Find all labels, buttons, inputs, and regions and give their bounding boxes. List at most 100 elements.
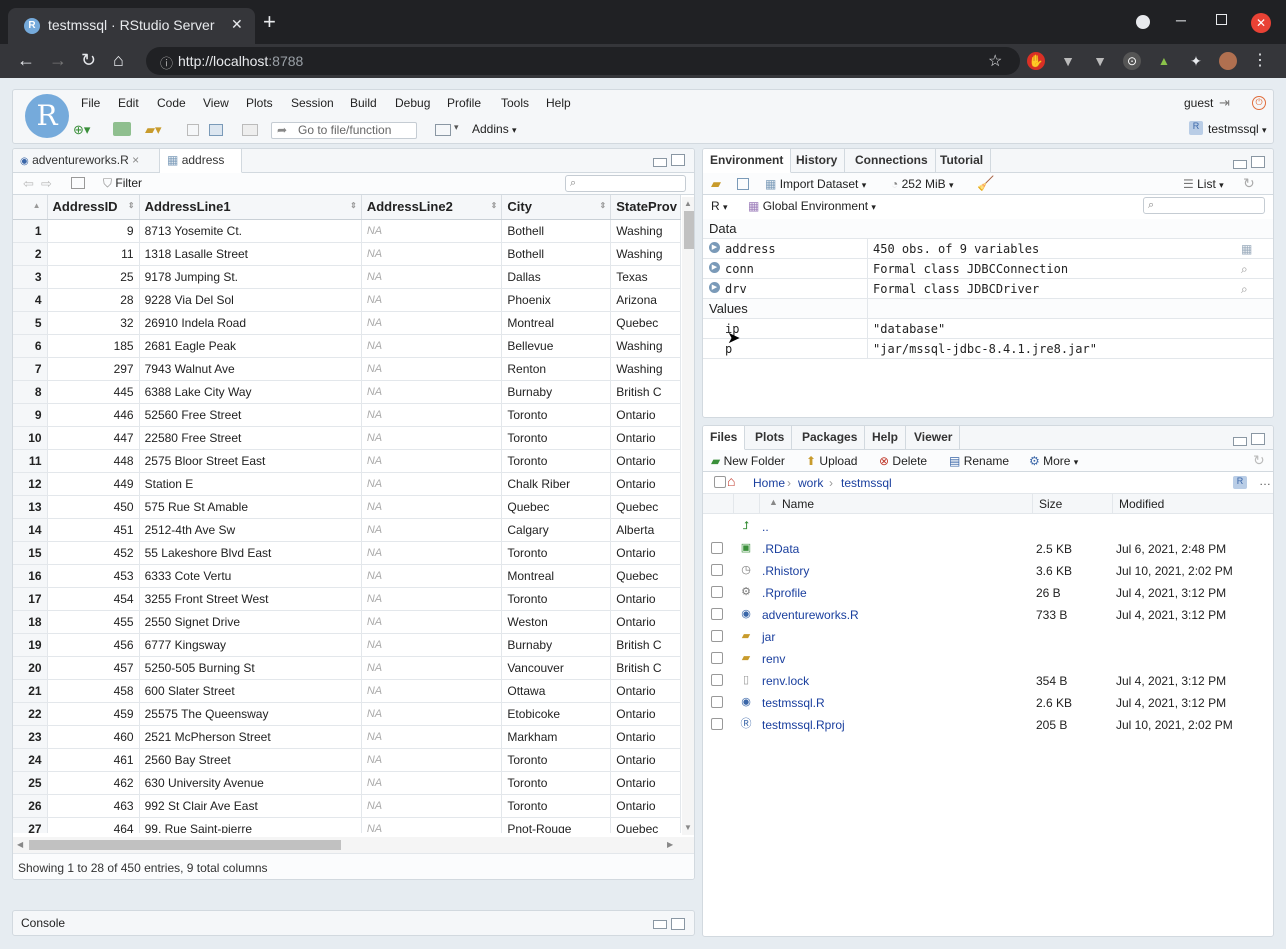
more-button[interactable]: ⚙ More ▾ (1029, 454, 1078, 468)
tab-close-icon[interactable]: ✕ (231, 16, 243, 33)
tab-viewer[interactable]: Viewer (907, 426, 961, 450)
env-row[interactable]: p "jar/mssql-jdbc-8.4.1.jre8.jar" (703, 339, 1273, 359)
minimize-pane-icon[interactable] (653, 920, 667, 929)
tab-plots[interactable]: Plots (748, 426, 793, 450)
site-info-icon[interactable]: ⓘ (160, 53, 173, 72)
env-row[interactable]: ▶ conn Formal class JDBCConnection ⌕ (703, 259, 1273, 279)
tab-files[interactable]: Files (703, 426, 746, 450)
file-checkbox[interactable] (711, 696, 723, 708)
scroll-up-icon[interactable]: ▲ (684, 199, 692, 208)
tab-help[interactable]: Help (865, 426, 907, 450)
file-checkbox[interactable] (711, 652, 723, 664)
extensions-puzzle-icon[interactable]: ✦ (1187, 52, 1205, 70)
file-row[interactable]: ◉ testmssql.R 2.6 KB Jul 4, 2021, 3:12 PM (703, 692, 1273, 714)
home-icon[interactable]: ⌂ (113, 50, 124, 71)
file-row[interactable]: ◉ adventureworks.R 733 B Jul 4, 2021, 3:12 … (703, 604, 1273, 626)
sort-icon[interactable]: ⇕ (128, 201, 135, 210)
modified-header[interactable]: Modified (1119, 497, 1164, 511)
expand-icon[interactable]: ▶ (709, 282, 720, 293)
file-row[interactable]: ▰ jar (703, 626, 1273, 648)
scroll-down-icon[interactable]: ▼ (684, 823, 692, 832)
project-menu[interactable]: testmssql ▾ (1208, 122, 1267, 136)
browser-tab[interactable]: R testmssql · RStudio Server ✕ (8, 8, 255, 44)
extension-arrow-icon[interactable]: ▲ (1155, 52, 1173, 70)
view-table-icon[interactable]: ▦ (1241, 242, 1252, 256)
column-header-stateprov[interactable]: StateProv (610, 195, 681, 220)
new-folder-button[interactable]: ▰ New Folder (711, 454, 785, 468)
file-name-link[interactable]: renv (762, 652, 785, 666)
maximize-icon[interactable] (1216, 14, 1227, 25)
language-dropdown[interactable]: R ▾ (711, 199, 728, 213)
import-dataset-button[interactable]: ▦ Import Dataset ▾ (765, 177, 866, 191)
file-row[interactable]: ⚙ .Rprofile 26 B Jul 4, 2021, 3:12 PM (703, 582, 1273, 604)
menu-profile[interactable]: Profile (447, 96, 481, 110)
name-header[interactable]: Name (782, 497, 814, 511)
sort-icon[interactable]: ⇕ (350, 201, 357, 210)
select-all-checkbox[interactable] (714, 476, 726, 488)
expand-icon[interactable]: ▶ (709, 242, 720, 253)
tab-tutorial[interactable]: Tutorial (933, 149, 992, 173)
minimize-pane-icon[interactable] (1233, 437, 1247, 446)
minimize-pane-icon[interactable] (1233, 160, 1247, 169)
menu-view[interactable]: View (203, 96, 229, 110)
scope-dropdown[interactable]: ▦ Global Environment ▾ (748, 199, 876, 213)
goto-file-input[interactable]: Go to file/function (271, 122, 417, 139)
delete-button[interactable]: ⊗ Delete (879, 454, 927, 468)
extension-stop-icon[interactable]: ✋ (1027, 52, 1045, 70)
maximize-pane-icon[interactable] (1251, 433, 1265, 445)
hscroll-thumb[interactable] (29, 840, 341, 850)
refresh-icon[interactable]: ↻ (1253, 452, 1265, 469)
search-icon[interactable]: ⌕ (1241, 282, 1248, 297)
file-checkbox[interactable] (711, 674, 723, 686)
addins-menu[interactable]: Addins ▾ (472, 122, 517, 136)
file-row[interactable]: ▣ .RData 2.5 KB Jul 6, 2021, 2:48 PM (703, 538, 1273, 560)
file-checkbox[interactable] (711, 542, 723, 554)
file-name-link[interactable]: testmssql.Rproj (762, 718, 845, 732)
save-icon[interactable] (187, 124, 199, 136)
parent-dir-link[interactable]: .. (762, 520, 769, 534)
menu-plots[interactable]: Plots (246, 96, 273, 110)
new-file-icon[interactable]: ⊕▾ (73, 122, 90, 138)
maximize-pane-icon[interactable] (1251, 156, 1265, 168)
breadcrumb-home[interactable]: Home (753, 476, 785, 490)
file-name-link[interactable]: .Rhistory (762, 564, 809, 578)
scroll-right-icon[interactable]: ▶ (667, 840, 673, 849)
file-name-link[interactable]: .Rprofile (762, 586, 807, 600)
bookmark-star-icon[interactable]: ☆ (988, 51, 1002, 71)
quit-session-icon[interactable]: ⏻ (1252, 96, 1266, 110)
file-row[interactable]: Ⓡtestmssql.Rproj 205 B Jul 10, 2021, 2:02 … (703, 714, 1273, 736)
file-checkbox[interactable] (711, 586, 723, 598)
close-window-icon[interactable]: ✕ (1251, 13, 1271, 33)
maximize-pane-icon[interactable] (671, 154, 685, 166)
file-checkbox[interactable] (711, 608, 723, 620)
horizontal-scrollbar[interactable]: ◀ ▶ (13, 837, 694, 853)
menu-help[interactable]: Help (546, 96, 571, 110)
view-mode-dropdown[interactable]: ☰ List ▾ (1183, 177, 1224, 191)
env-search-input[interactable]: ⌕ (1143, 197, 1265, 214)
layout-dropdown-icon[interactable]: ▾ (454, 122, 459, 133)
column-header-addressline1[interactable]: AddressLine1 ⇕ (139, 195, 362, 220)
file-name-link[interactable]: testmssql.R (762, 696, 825, 710)
menu-build[interactable]: Build (350, 96, 377, 110)
scroll-left-icon[interactable]: ◀ (17, 840, 23, 849)
parent-dir-row[interactable]: ⮥ .. (703, 516, 1273, 538)
expand-icon[interactable]: ▶ (709, 262, 720, 273)
print-icon[interactable] (242, 124, 258, 136)
forward-icon[interactable]: → (49, 50, 67, 71)
extension-v2-icon[interactable]: ▼ (1091, 52, 1109, 70)
search-icon[interactable]: ⌕ (1241, 262, 1248, 277)
new-tab-button[interactable]: + (263, 11, 276, 33)
scroll-thumb[interactable] (684, 211, 694, 249)
menu-session[interactable]: Session (291, 96, 334, 110)
sort-icon[interactable]: ⇕ (491, 201, 498, 210)
tab-adventureworks[interactable]: ◉ adventureworks.R × (13, 149, 160, 173)
env-row[interactable]: ip "database" (703, 319, 1273, 339)
file-name-link[interactable]: renv.lock (762, 674, 809, 688)
file-row[interactable]: ▰ renv (703, 648, 1273, 670)
breadcrumb-testmssql[interactable]: testmssql (841, 476, 892, 490)
menu-file[interactable]: File (81, 96, 100, 110)
tab-packages[interactable]: Packages (795, 426, 866, 450)
save-workspace-icon[interactable] (737, 178, 749, 190)
column-header-addressline2[interactable]: AddressLine2 ⇕ (361, 195, 503, 220)
back-icon[interactable]: ← (17, 50, 35, 71)
